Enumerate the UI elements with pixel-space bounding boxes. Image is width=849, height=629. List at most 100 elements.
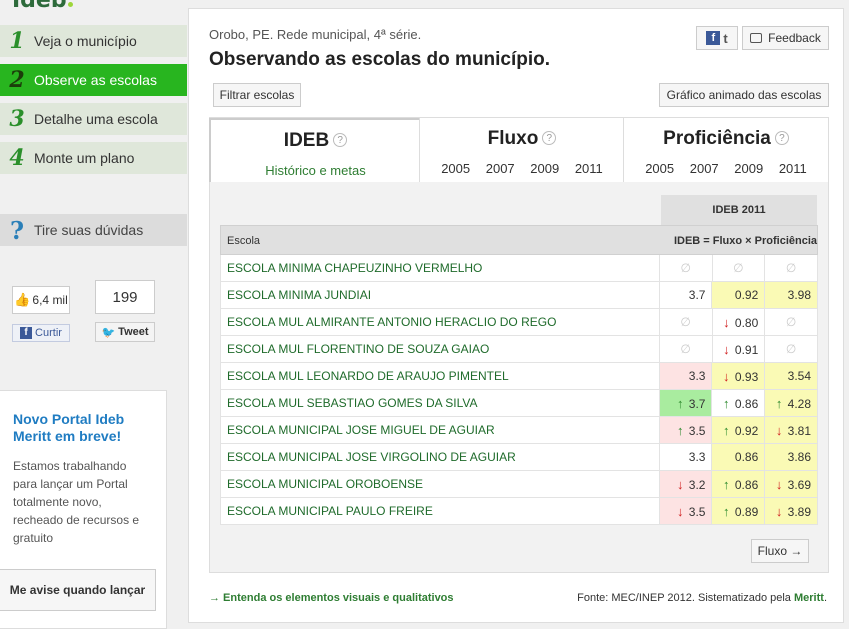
- school-name-link[interactable]: ESCOLA MUNICIPAL OROBOENSE: [221, 471, 659, 497]
- logo-text: Ideb: [12, 0, 67, 13]
- fluxo-cell: 0.92: [711, 282, 765, 308]
- school-name-link[interactable]: ESCOLA MINIMA JUNDIAI: [221, 282, 659, 308]
- nav-item-detalhe-escola[interactable]: 3 Detalhe uma escola: [0, 103, 187, 135]
- arrow-down-icon: ↓: [676, 504, 684, 519]
- nav-label: Monte um plano: [34, 150, 135, 166]
- ideb-cell: ∅: [658, 255, 712, 281]
- fluxo-cell: ↑ 0.86: [711, 390, 764, 416]
- tab-ideb[interactable]: IDEB? Histórico e metas: [209, 118, 420, 183]
- prof-cell: ↓ 3.81: [764, 417, 818, 443]
- arrow-down-icon: ↓: [775, 504, 783, 519]
- year-link[interactable]: 2011: [575, 161, 603, 176]
- fb-count-text: 6,4 mil: [32, 293, 68, 307]
- source-note: Fonte: MEC/INEP 2012. Sistematizado pela…: [577, 592, 827, 604]
- understand-elements-link[interactable]: → Entenda os elementos visuais e qualita…: [209, 592, 454, 604]
- schools-table-body: ESCOLA MINIMA CHAPEUZINHO VERMELHO ∅ ∅ ∅…: [220, 255, 818, 525]
- prof-cell: ↓ 3.69: [764, 471, 818, 497]
- column-formula: IDEB = Fluxo × Proficiência: [673, 235, 818, 247]
- animated-chart-button[interactable]: Gráfico animado das escolas: [659, 83, 829, 107]
- share-buttons[interactable]: f t: [696, 26, 738, 50]
- table-row: ESCOLA MUL FLORENTINO DE SOUZA GAIAO ∅ ↓…: [220, 336, 818, 363]
- ideb-logo[interactable]: Ideb: [12, 0, 73, 13]
- facebook-like-button[interactable]: f Curtir: [12, 324, 70, 342]
- ideb-cell: ∅: [658, 309, 712, 335]
- column-escola[interactable]: Escola: [227, 235, 260, 247]
- tweet-label: Tweet: [118, 326, 149, 338]
- tab-fluxo-title: Fluxo: [487, 128, 539, 149]
- school-name-link[interactable]: ESCOLA MUNICIPAL JOSE MIGUEL DE AGUIAR: [221, 417, 659, 443]
- school-name-link[interactable]: ESCOLA MUL SEBASTIAO GOMES DA SILVA: [221, 390, 659, 416]
- table-row: ESCOLA MUL SEBASTIAO GOMES DA SILVA ↑ 3.…: [220, 390, 818, 417]
- arrow-up-icon: ↑: [723, 396, 730, 411]
- speech-bubble-icon: [750, 33, 763, 43]
- year-link[interactable]: 2007: [486, 161, 515, 176]
- year-link[interactable]: 2005: [645, 161, 674, 176]
- year-link[interactable]: 2005: [441, 161, 470, 176]
- next-fluxo-button[interactable]: Fluxo →: [751, 539, 809, 563]
- sidebar-nav: 1 Veja o município 2 Observe as escolas …: [0, 25, 187, 181]
- nav-item-veja-municipio[interactable]: 1 Veja o município: [0, 25, 187, 57]
- promo-box: Novo Portal Ideb Meritt em breve! Estamo…: [0, 390, 167, 629]
- prof-cell: 3.86: [764, 444, 818, 470]
- table-row: ESCOLA MINIMA CHAPEUZINHO VERMELHO ∅ ∅ ∅: [220, 255, 818, 282]
- tab-proficiencia[interactable]: Proficiência? 2005 2007 2009 2011: [623, 118, 829, 183]
- table-row: ESCOLA MUNICIPAL OROBOENSE ↓ 3.2 ↑ 0.86 …: [220, 471, 818, 498]
- tweet-button[interactable]: 🐦 Tweet: [95, 322, 155, 342]
- table-header: Escola IDEB = Fluxo × Proficiência: [220, 225, 818, 255]
- arrow-down-icon: ↓: [775, 477, 783, 492]
- feedback-button[interactable]: Feedback: [742, 26, 829, 50]
- prof-cell: ∅: [764, 309, 817, 335]
- table-row: ESCOLA MINIMA JUNDIAI 3.7 0.92 3.98: [220, 282, 818, 309]
- breadcrumb: Orobo, PE. Rede municipal, 4ª série.: [209, 27, 422, 42]
- school-name-link[interactable]: ESCOLA MUL LEONARDO DE ARAUJO PIMENTEL: [221, 363, 659, 389]
- ideb-cell: ∅: [658, 336, 712, 362]
- help-icon[interactable]: ?: [774, 131, 789, 145]
- question-icon: ?: [9, 215, 25, 245]
- table-row: ESCOLA MUNICIPAL JOSE VIRGOLINO DE AGUIA…: [220, 444, 818, 471]
- fluxo-cell: ↑ 0.89: [711, 498, 765, 524]
- help-icon[interactable]: ?: [542, 131, 557, 145]
- historico-metas-link[interactable]: Histórico e metas: [211, 163, 420, 178]
- tab-fluxo[interactable]: Fluxo? 2005 2007 2009 2011: [419, 118, 624, 183]
- nav-item-monte-plano[interactable]: 4 Monte um plano: [0, 142, 187, 174]
- arrow-down-icon: ↓: [723, 369, 730, 384]
- school-name-link[interactable]: ESCOLA MINIMA CHAPEUZINHO VERMELHO: [221, 255, 659, 281]
- tab-ideb-title: IDEB: [283, 130, 330, 151]
- prof-years: 2005 2007 2009 2011: [624, 161, 828, 176]
- year-link[interactable]: 2011: [779, 161, 807, 176]
- twitter-icon[interactable]: t: [723, 31, 727, 46]
- help-icon[interactable]: ?: [333, 133, 348, 147]
- fluxo-years: 2005 2007 2009 2011: [420, 161, 624, 176]
- school-name-link[interactable]: ESCOLA MUNICIPAL PAULO FREIRE: [221, 498, 659, 524]
- nav-number: 3: [9, 106, 25, 132]
- feedback-label: Feedback: [768, 31, 821, 45]
- ideb-cell: 3.3: [658, 444, 712, 470]
- meritt-link[interactable]: Meritt: [794, 592, 824, 604]
- table-row: ESCOLA MUL LEONARDO DE ARAUJO PIMENTEL 3…: [220, 363, 818, 390]
- source-suffix: .: [823, 592, 827, 604]
- notify-me-button[interactable]: Me avise quando lançar: [0, 569, 156, 611]
- source-text: Fonte: MEC/INEP 2012. Sistematizado pela: [577, 592, 794, 604]
- help-link[interactable]: ? Tire suas dúvidas: [0, 214, 187, 246]
- year-link[interactable]: 2009: [734, 161, 763, 176]
- ideb-cell: ↑ 3.5: [658, 417, 712, 443]
- school-name-link[interactable]: ESCOLA MUNICIPAL JOSE VIRGOLINO DE AGUIA…: [221, 444, 659, 470]
- nav-label: Veja o município: [34, 33, 137, 49]
- school-name-link[interactable]: ESCOLA MUL FLORENTINO DE SOUZA GAIAO: [221, 336, 659, 362]
- nav-item-observe-escolas[interactable]: 2 Observe as escolas: [0, 64, 187, 96]
- prof-cell: 3.54: [764, 363, 818, 389]
- nav-number: 1: [9, 28, 25, 54]
- table-row: ESCOLA MUNICIPAL PAULO FREIRE ↓ 3.5 ↑ 0.…: [220, 498, 818, 525]
- prof-cell: 3.98: [764, 282, 818, 308]
- schools-table-area: IDEB 2011 Escola IDEB = Fluxo × Proficiê…: [209, 182, 829, 573]
- school-name-link[interactable]: ESCOLA MUL ALMIRANTE ANTONIO HERACLIO DO…: [221, 309, 659, 335]
- year-link[interactable]: 2009: [530, 161, 559, 176]
- table-row: ESCOLA MUL ALMIRANTE ANTONIO HERACLIO DO…: [220, 309, 818, 336]
- tab-prof-title: Proficiência: [663, 128, 771, 149]
- promo-title: Novo Portal Ideb Meritt em breve!: [13, 411, 125, 444]
- year-link[interactable]: 2007: [690, 161, 719, 176]
- ideb-cell: 3.3: [658, 363, 712, 389]
- ideb-cell: ↓ 3.5: [658, 498, 712, 524]
- filter-schools-button[interactable]: Filtrar escolas: [213, 83, 301, 107]
- facebook-icon[interactable]: f: [706, 31, 721, 45]
